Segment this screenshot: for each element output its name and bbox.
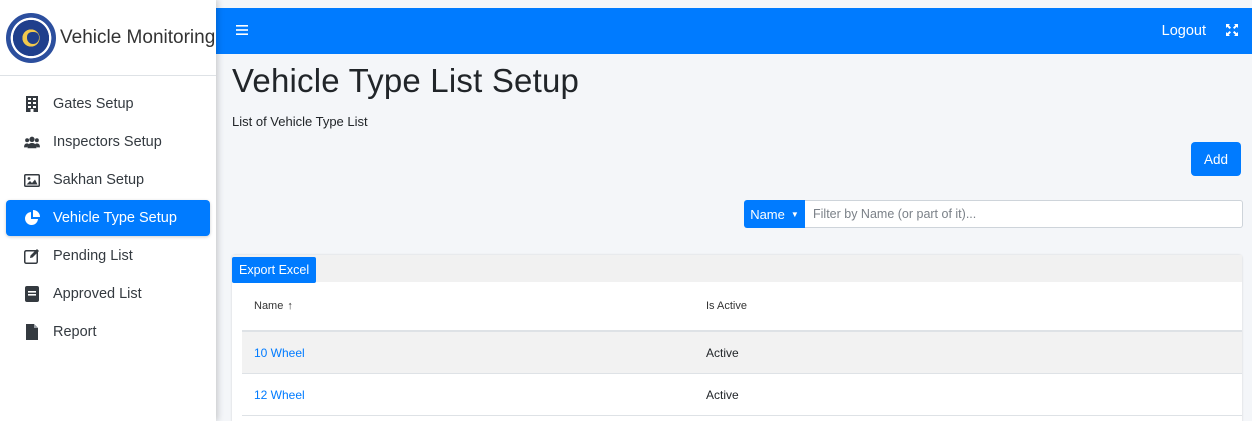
sidebar-item-vehicle-type-setup[interactable]: Vehicle Type Setup: [6, 200, 210, 236]
page-subtitle: List of Vehicle Type List: [232, 114, 368, 129]
column-header-is-active[interactable]: Is Active: [706, 300, 1242, 312]
column-header-name-label: Name: [254, 300, 284, 312]
status-text: Active: [706, 345, 739, 360]
filter-bar: Name ▼: [744, 200, 1243, 228]
export-excel-button[interactable]: Export Excel: [232, 257, 317, 283]
sidebar-nav: Gates Setup Inspectors Setup Sakhan Setu…: [0, 76, 216, 350]
brand-logo: [6, 12, 56, 63]
topbar: Logout: [216, 8, 1252, 54]
caret-down-icon: ▼: [790, 209, 799, 219]
sidebar-item-label: Gates Setup: [53, 96, 134, 112]
sidebar-item-label: Inspectors Setup: [53, 134, 162, 150]
table-row: 10 Wheel Active: [242, 332, 1242, 374]
sidebar-item-label: Report: [53, 324, 97, 340]
sidebar-item-sakhan-setup[interactable]: Sakhan Setup: [6, 162, 210, 198]
logout-link[interactable]: Logout: [1162, 23, 1206, 39]
users-icon: [24, 134, 40, 150]
sidebar-item-label: Sakhan Setup: [53, 172, 145, 188]
topbar-actions: Logout: [1162, 23, 1252, 39]
add-button[interactable]: Add: [1191, 142, 1241, 176]
sidebar-item-gates-setup[interactable]: Gates Setup: [6, 86, 210, 122]
table-header-row: Name ↑ Is Active: [242, 282, 1242, 332]
expand-icon[interactable]: [1226, 23, 1238, 39]
sidebar-item-label: Approved List: [53, 286, 142, 302]
file-icon: [24, 324, 40, 340]
page-title: Vehicle Type List Setup: [232, 62, 580, 99]
table-row: 12 Wheel Active: [242, 374, 1242, 416]
sidebar: Vehicle Monitoring Gates Setup Inspector…: [0, 0, 216, 421]
sidebar-item-label: Vehicle Type Setup: [53, 210, 177, 226]
edit-icon: [24, 248, 40, 264]
sidebar-item-inspectors-setup[interactable]: Inspectors Setup: [6, 124, 210, 160]
list-icon: [24, 286, 40, 302]
vehicle-type-table: Name ↑ Is Active 10 Wheel Active 12 Wheel…: [242, 282, 1242, 416]
status-text: Active: [706, 387, 739, 402]
brand-title: Vehicle Monitoring: [60, 26, 216, 48]
vehicle-type-link[interactable]: 10 Wheel: [254, 346, 305, 360]
brand[interactable]: Vehicle Monitoring: [0, 0, 216, 76]
vehicle-type-table-card: Export Excel Name ↑ Is Active 10 Wheel Ac…: [232, 255, 1242, 421]
filter-input[interactable]: [805, 200, 1243, 228]
table-toolbar: Export Excel: [232, 255, 1242, 283]
sidebar-item-report[interactable]: Report: [6, 314, 210, 350]
sidebar-item-pending-list[interactable]: Pending List: [6, 238, 210, 274]
pie-chart-icon: [24, 210, 40, 226]
column-header-name[interactable]: Name ↑: [242, 300, 706, 312]
filter-field-dropdown[interactable]: Name ▼: [744, 200, 805, 228]
vehicle-type-link[interactable]: 12 Wheel: [254, 388, 305, 402]
sidebar-item-approved-list[interactable]: Approved List: [6, 276, 210, 312]
filter-field-label: Name: [750, 206, 785, 222]
hamburger-icon[interactable]: [236, 22, 248, 40]
image-icon: [24, 172, 40, 188]
sidebar-item-label: Pending List: [53, 248, 133, 264]
main-content: Vehicle Type List Setup List of Vehicle …: [232, 54, 1243, 421]
sort-asc-icon: ↑: [287, 300, 293, 312]
building-icon: [24, 96, 40, 112]
